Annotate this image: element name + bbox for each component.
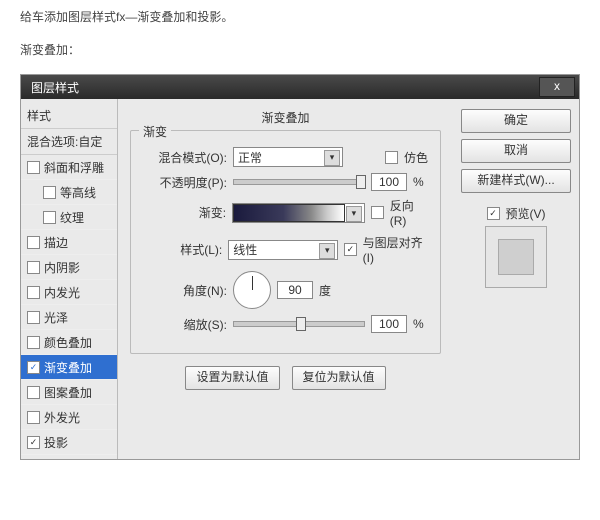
style-value: 线性	[233, 241, 257, 258]
sidebar-item-9[interactable]: 图案叠加	[21, 380, 117, 405]
sidebar-item-1[interactable]: 等高线	[21, 180, 117, 205]
sidebar-item-label: 外发光	[44, 409, 80, 426]
sidebar-item-2[interactable]: 纹理	[21, 205, 117, 230]
angle-label: 角度(N):	[141, 282, 227, 299]
page-instruction-2: 渐变叠加：	[0, 33, 600, 66]
sidebar-checkbox[interactable]	[43, 211, 56, 224]
sidebar-item-label: 斜面和浮雕	[44, 159, 104, 176]
main-panel: 渐变叠加 渐变 混合模式(O): 正常 ▾ 仿色 不透明度(P): 100	[118, 99, 453, 459]
chevron-down-icon: ▾	[346, 206, 362, 222]
scale-slider[interactable]	[233, 321, 365, 327]
sidebar-checkbox[interactable]	[27, 286, 40, 299]
reverse-label: 反向(R)	[390, 197, 430, 228]
sidebar-item-label: 投影	[44, 434, 68, 451]
sidebar-item-10[interactable]: 外发光	[21, 405, 117, 430]
reverse-checkbox[interactable]	[371, 206, 384, 219]
layer-style-dialog: 图层样式 x 样式 混合选项:自定 斜面和浮雕等高线纹理描边内阴影内发光光泽颜色…	[20, 74, 580, 460]
sidebar-item-label: 图案叠加	[44, 384, 92, 401]
sidebar-item-label: 纹理	[60, 209, 84, 226]
align-checkbox[interactable]: ✓	[344, 243, 356, 256]
sidebar-checkbox[interactable]: ✓	[27, 361, 40, 374]
section-title: 渐变叠加	[130, 109, 441, 126]
sidebar-header[interactable]: 样式	[21, 103, 117, 129]
chevron-down-icon: ▾	[319, 243, 335, 259]
gradient-group: 渐变 混合模式(O): 正常 ▾ 仿色 不透明度(P): 100 %	[130, 130, 441, 354]
preview-thumbnail	[485, 226, 547, 288]
sidebar-item-3[interactable]: 描边	[21, 230, 117, 255]
sidebar-checkbox[interactable]	[27, 386, 40, 399]
sidebar-checkbox[interactable]	[27, 161, 40, 174]
preview-label: 预览(V)	[506, 205, 546, 222]
blend-mode-select[interactable]: 正常 ▾	[233, 147, 343, 167]
style-label: 样式(L):	[141, 241, 222, 258]
new-style-button[interactable]: 新建样式(W)...	[461, 169, 571, 193]
close-button[interactable]: x	[539, 77, 575, 97]
sidebar-checkbox[interactable]: ✓	[27, 436, 40, 449]
sidebar-item-0[interactable]: 斜面和浮雕	[21, 155, 117, 180]
titlebar[interactable]: 图层样式 x	[21, 75, 579, 99]
gradient-swatch	[233, 204, 345, 222]
gradient-picker[interactable]: ▾	[232, 203, 365, 223]
style-select[interactable]: 线性 ▾	[228, 240, 338, 260]
scale-value[interactable]: 100	[371, 315, 407, 333]
chevron-down-icon: ▾	[324, 150, 340, 166]
opacity-label: 不透明度(P):	[141, 174, 227, 191]
sidebar-checkbox[interactable]	[27, 311, 40, 324]
scale-label: 缩放(S):	[141, 316, 227, 333]
opacity-value[interactable]: 100	[371, 173, 407, 191]
blend-mode-label: 混合模式(O):	[141, 149, 227, 166]
sidebar-item-label: 光泽	[44, 309, 68, 326]
sidebar-item-label: 内发光	[44, 284, 80, 301]
ok-button[interactable]: 确定	[461, 109, 571, 133]
scale-unit: %	[413, 317, 424, 331]
dither-checkbox[interactable]	[385, 151, 398, 164]
gradient-label: 渐变:	[141, 204, 226, 221]
styles-sidebar: 样式 混合选项:自定 斜面和浮雕等高线纹理描边内阴影内发光光泽颜色叠加 ✓ 渐变叠加…	[21, 99, 118, 459]
sidebar-item-5[interactable]: 内发光	[21, 280, 117, 305]
sidebar-item-8[interactable]: ✓ 渐变叠加	[21, 355, 117, 380]
right-column: 确定 取消 新建样式(W)... ✓ 预览(V)	[453, 99, 579, 459]
sidebar-checkbox[interactable]	[43, 186, 56, 199]
preview-thumbnail-inner	[498, 239, 534, 275]
opacity-slider[interactable]	[233, 179, 365, 185]
sidebar-checkbox[interactable]	[27, 261, 40, 274]
angle-dial[interactable]	[233, 271, 271, 309]
sidebar-item-label: 描边	[44, 234, 68, 251]
sidebar-item-label: 等高线	[60, 184, 96, 201]
sidebar-checkbox[interactable]	[27, 411, 40, 424]
sidebar-item-label: 渐变叠加	[44, 359, 92, 376]
dialog-title: 图层样式	[25, 79, 539, 96]
align-label: 与图层对齐(I)	[363, 234, 430, 265]
sidebar-checkbox[interactable]	[27, 336, 40, 349]
sidebar-item-4[interactable]: 内阴影	[21, 255, 117, 280]
cancel-button[interactable]: 取消	[461, 139, 571, 163]
opacity-unit: %	[413, 175, 424, 189]
page-instruction-1: 给车添加图层样式fx—渐变叠加和投影。	[0, 0, 600, 33]
make-default-button[interactable]: 设置为默认值	[185, 366, 279, 390]
group-legend: 渐变	[139, 123, 171, 140]
angle-unit: 度	[319, 282, 331, 299]
sidebar-item-11[interactable]: ✓ 投影	[21, 430, 117, 455]
sidebar-item-label: 颜色叠加	[44, 334, 92, 351]
blend-mode-value: 正常	[238, 149, 262, 166]
angle-value[interactable]: 90	[277, 281, 313, 299]
reset-default-button[interactable]: 复位为默认值	[292, 366, 386, 390]
sidebar-checkbox[interactable]	[27, 236, 40, 249]
sidebar-item-label: 内阴影	[44, 259, 80, 276]
blend-options-row[interactable]: 混合选项:自定	[21, 129, 117, 155]
dither-label: 仿色	[404, 149, 428, 166]
preview-checkbox[interactable]: ✓	[487, 207, 500, 220]
sidebar-item-7[interactable]: 颜色叠加	[21, 330, 117, 355]
sidebar-item-6[interactable]: 光泽	[21, 305, 117, 330]
